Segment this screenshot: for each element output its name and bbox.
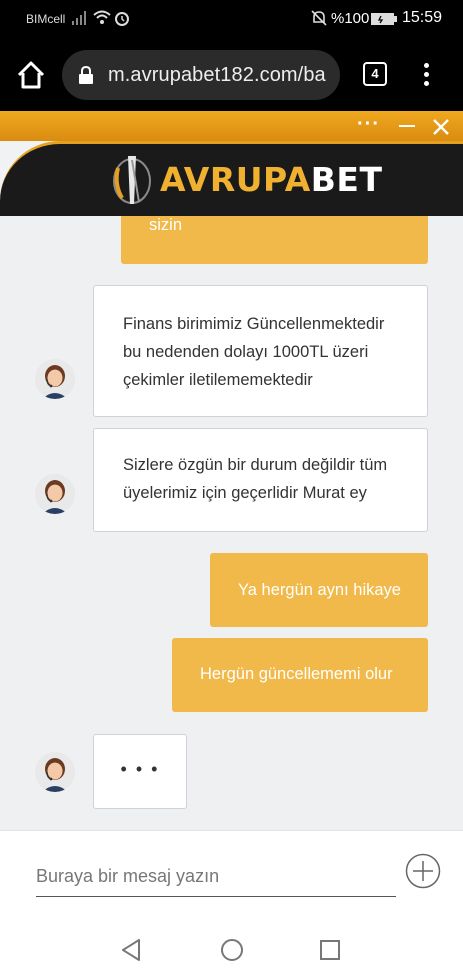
signal-icon	[72, 11, 86, 25]
lock-icon	[79, 66, 93, 84]
status-bar: BIMcell %100 15:59	[0, 0, 463, 36]
browser-toolbar: m.avrupabet182.com/ba 4	[0, 36, 463, 111]
user-message: sizin	[121, 216, 428, 264]
message-line: bu nedenden dolayı 1000TL üzeri	[123, 343, 369, 361]
chat-messages[interactable]: sizin Finans birimimiz Güncellenmektedir…	[0, 216, 463, 830]
brand-logo-icon	[113, 156, 151, 204]
message-text: sizin	[149, 216, 183, 234]
brand-logo-text: AVRUPABET	[160, 160, 383, 199]
more-menu-icon[interactable]	[416, 60, 436, 90]
mute-icon	[311, 10, 327, 26]
message-text: Ya hergün aynı hikaye	[238, 581, 401, 599]
battery-percentage: %100	[331, 10, 370, 27]
close-icon[interactable]	[432, 118, 450, 136]
message-line: çekimler iletilememektedir	[123, 371, 313, 389]
message-line: Finans birimimiz Güncellenmektedir	[123, 315, 385, 333]
url-text: m.avrupabet182.com/ba	[108, 64, 326, 86]
typing-indicator: • • •	[93, 734, 187, 809]
carrier-name: BIMcell	[26, 12, 66, 26]
home-icon[interactable]	[14, 58, 48, 92]
tab-switcher-button[interactable]: 4	[363, 62, 387, 86]
user-message: Hergün güncellememi olur	[172, 638, 428, 712]
agent-avatar	[35, 359, 75, 399]
agent-message: Finans birimimiz Güncellenmektedir bu ne…	[93, 285, 428, 417]
message-composer	[0, 830, 463, 922]
alarm-icon	[115, 12, 129, 26]
clock: 15:59	[402, 9, 443, 26]
user-message: Ya hergün aynı hikaye	[210, 553, 428, 627]
message-input[interactable]	[36, 857, 396, 897]
message-line: üyelerimiz için geçerlidir Murat ey	[123, 484, 367, 502]
more-options-icon[interactable]: ···	[357, 113, 380, 136]
back-icon[interactable]	[120, 938, 142, 962]
message-line: Sizlere özgün bir durum değildir tüm	[123, 456, 388, 474]
home-circle-icon[interactable]	[220, 938, 244, 962]
address-bar[interactable]: m.avrupabet182.com/ba	[62, 50, 340, 100]
chat-widget-header: ···	[0, 111, 463, 141]
brand-header: AVRUPABET	[0, 141, 463, 216]
add-attachment-icon[interactable]	[405, 853, 441, 889]
agent-avatar	[35, 752, 75, 792]
system-navigation-bar	[0, 922, 463, 978]
wifi-icon	[93, 10, 111, 24]
message-text: Hergün güncellememi olur	[200, 665, 393, 683]
recents-icon[interactable]	[319, 938, 341, 962]
battery-icon	[371, 13, 397, 25]
minimize-icon[interactable]	[399, 125, 415, 127]
agent-message: Sizlere özgün bir durum değildir tüm üye…	[93, 428, 428, 532]
agent-avatar	[35, 474, 75, 514]
